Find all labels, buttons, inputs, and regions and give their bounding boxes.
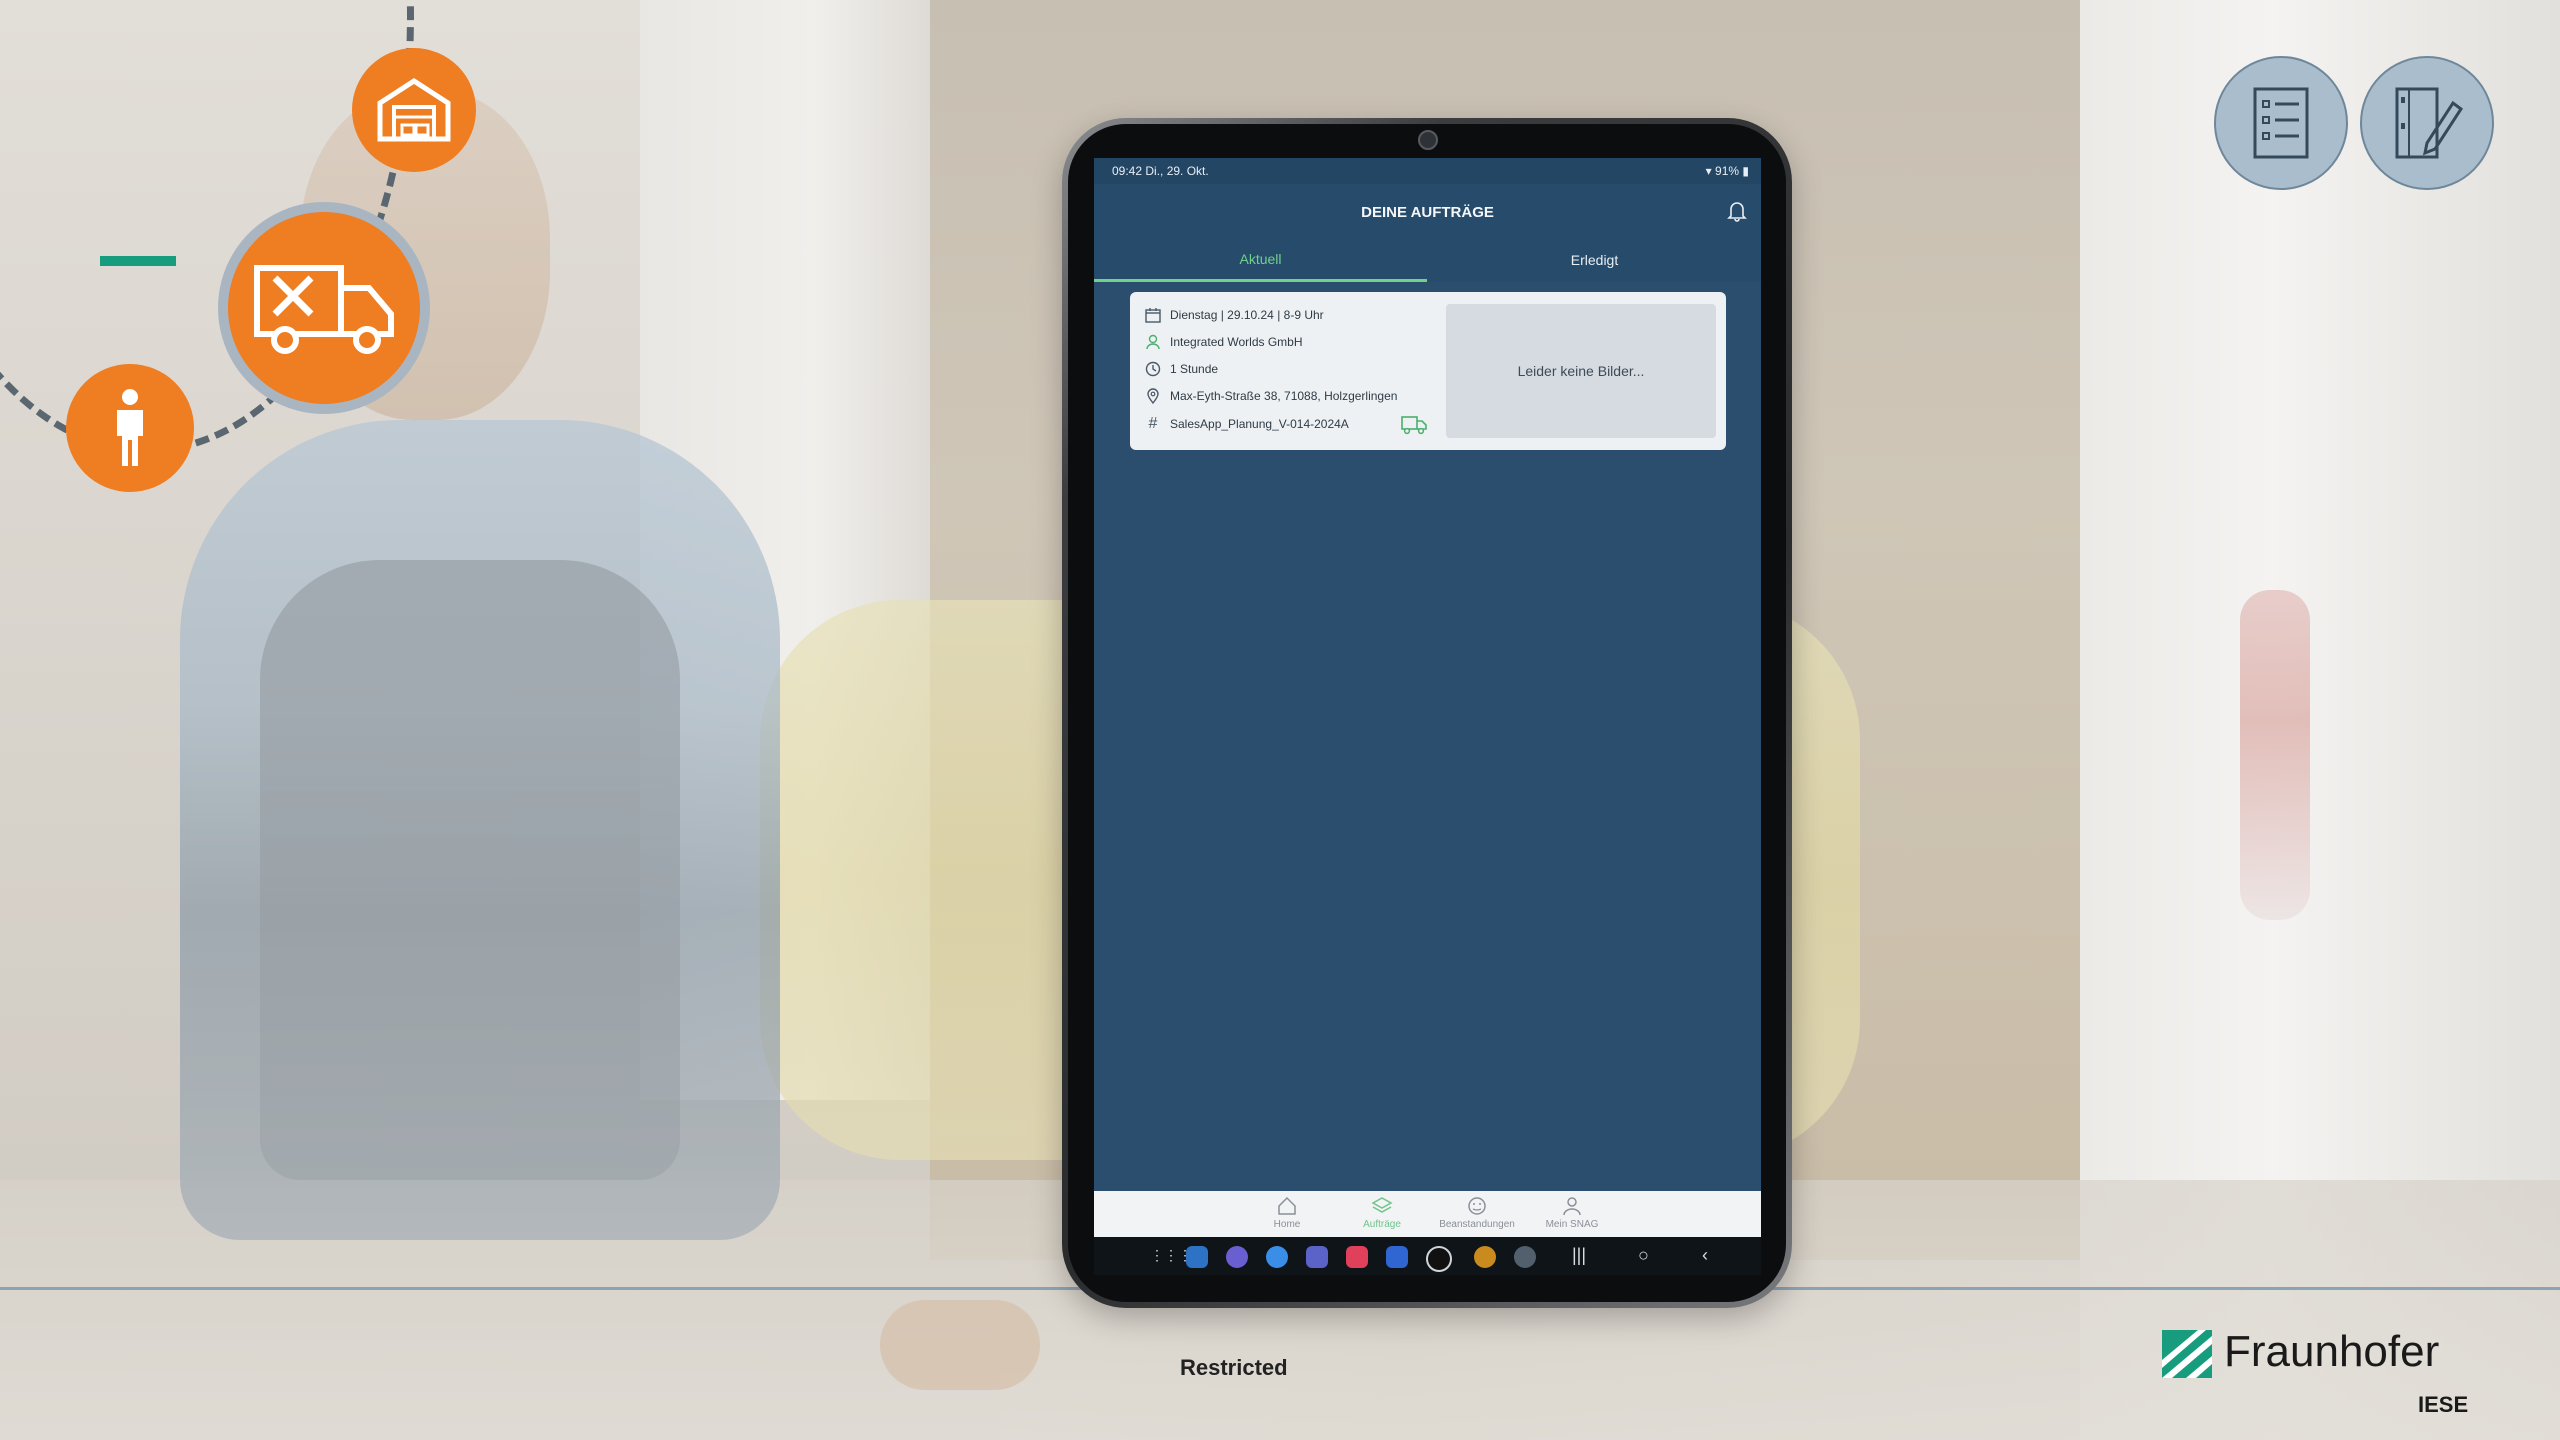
fraunhofer-logo: Fraunhofer <box>2162 1330 2439 1378</box>
nav-home-label: Home <box>1273 1219 1301 1230</box>
logo-sub: IESE <box>2418 1392 2469 1417</box>
page-title: DEINE AUFTRÄGE <box>1361 204 1494 221</box>
nav-mein-snag[interactable]: Mein SNAG <box>1527 1195 1617 1230</box>
status-time: 09:42 Di., 29. Okt. <box>1112 164 1209 178</box>
image-placeholder: Leider keine Bilder... <box>1446 304 1716 438</box>
smiley-icon <box>1468 1197 1486 1215</box>
nav-mein-snag-label: Mein SNAG <box>1545 1219 1599 1230</box>
hash-icon: # <box>1148 415 1158 432</box>
cursor-app-icon[interactable] <box>1386 1246 1408 1268</box>
order-duration: 1 Stunde <box>1170 362 1219 376</box>
background-hand <box>880 1300 1040 1390</box>
checklist-icon <box>2214 56 2348 190</box>
order-address: Max-Eyth-Straße 38, 71088, Holzgerlingen <box>1170 389 1398 403</box>
order-date-row: Dienstag | 29.10.24 | 8-9 Uhr <box>1144 304 1324 326</box>
notification-bell-icon[interactable] <box>1727 200 1747 222</box>
app-header: DEINE AUFTRÄGE <box>1094 184 1761 238</box>
fraunhofer-mark-icon <box>2162 1330 2212 1378</box>
order-duration-row: 1 Stunde <box>1144 358 1218 380</box>
settings-app-icon[interactable] <box>1514 1246 1536 1268</box>
outlook-app-icon[interactable] <box>1186 1246 1208 1268</box>
teams-app-icon[interactable] <box>1306 1246 1328 1268</box>
calendar-icon <box>1144 306 1162 324</box>
accent-bar <box>100 256 176 266</box>
layers-icon <box>1371 1197 1393 1213</box>
order-reference-row: # SalesApp_Planung_V-014-2024A <box>1144 413 1349 435</box>
profile-icon <box>1563 1197 1581 1216</box>
order-reference: SalesApp_Planung_V-014-2024A <box>1170 417 1349 431</box>
wifi-icon: ▾ <box>1705 164 1712 178</box>
order-customer-row: Integrated Worlds GmbH <box>1144 331 1303 353</box>
status-bar: 09:42 Di., 29. Okt. ▾ 91% ▮ <box>1094 158 1761 184</box>
tab-bar: Aktuell Erledigt <box>1094 238 1761 282</box>
document-edit-icon <box>2360 56 2494 190</box>
screen-recorder-app-icon[interactable] <box>1346 1246 1368 1268</box>
tablet-screen: 09:42 Di., 29. Okt. ▾ 91% ▮ DEINE AUFTRÄ… <box>1094 158 1761 1275</box>
order-customer: Integrated Worlds GmbH <box>1170 335 1303 349</box>
bottom-navigation: Home Aufträge Beanstandungen Mein SNAG <box>1094 1191 1761 1237</box>
service-van-icon <box>228 212 420 404</box>
status-battery: ▾ 91% ▮ <box>1706 164 1749 178</box>
clock-icon <box>1144 360 1162 378</box>
background-worker-overall <box>260 560 680 1180</box>
location-pin-icon <box>1144 387 1162 405</box>
home-icon <box>1278 1196 1296 1215</box>
order-address-row: Max-Eyth-Straße 38, 71088, Holzgerlingen <box>1144 385 1397 407</box>
camera-icon <box>1418 130 1438 150</box>
recent-apps-button[interactable]: ||| <box>1572 1245 1586 1266</box>
battery-icon: ▮ <box>1742 164 1749 178</box>
tasks-app-icon[interactable] <box>1266 1246 1288 1268</box>
battery-level: 91% <box>1715 164 1740 178</box>
background-taillight <box>2240 590 2310 920</box>
home-button[interactable]: ○ <box>1638 1245 1649 1266</box>
tab-erledigt[interactable]: Erledigt <box>1428 238 1761 282</box>
camera-app-icon[interactable] <box>1426 1246 1452 1272</box>
person-icon <box>1144 333 1162 351</box>
order-date: Dienstag | 29.10.24 | 8-9 Uhr <box>1170 308 1324 322</box>
tab-aktuell[interactable]: Aktuell <box>1094 238 1427 282</box>
back-button[interactable]: ‹ <box>1702 1245 1708 1266</box>
nav-auftraege[interactable]: Aufträge <box>1337 1195 1427 1230</box>
nav-auftraege-label: Aufträge <box>1363 1219 1401 1230</box>
nav-beanstandungen[interactable]: Beanstandungen <box>1432 1195 1522 1230</box>
nav-home[interactable]: Home <box>1242 1195 1332 1230</box>
warehouse-icon <box>352 48 476 172</box>
nav-beanstandungen-label: Beanstandungen <box>1439 1219 1515 1230</box>
system-taskbar: ⋮⋮⋮ ||| ○ ‹ <box>1094 1237 1761 1275</box>
logo-name: Fraunhofer <box>2224 1327 2440 1376</box>
delivery-truck-icon <box>1401 416 1427 435</box>
order-card[interactable]: Dienstag | 29.10.24 | 8-9 Uhr Integrated… <box>1130 292 1726 450</box>
classification-label: Restricted <box>1180 1355 1288 1380</box>
person-icon <box>66 364 194 492</box>
browser-app-icon[interactable] <box>1474 1246 1496 1268</box>
viber-app-icon[interactable] <box>1226 1246 1248 1268</box>
